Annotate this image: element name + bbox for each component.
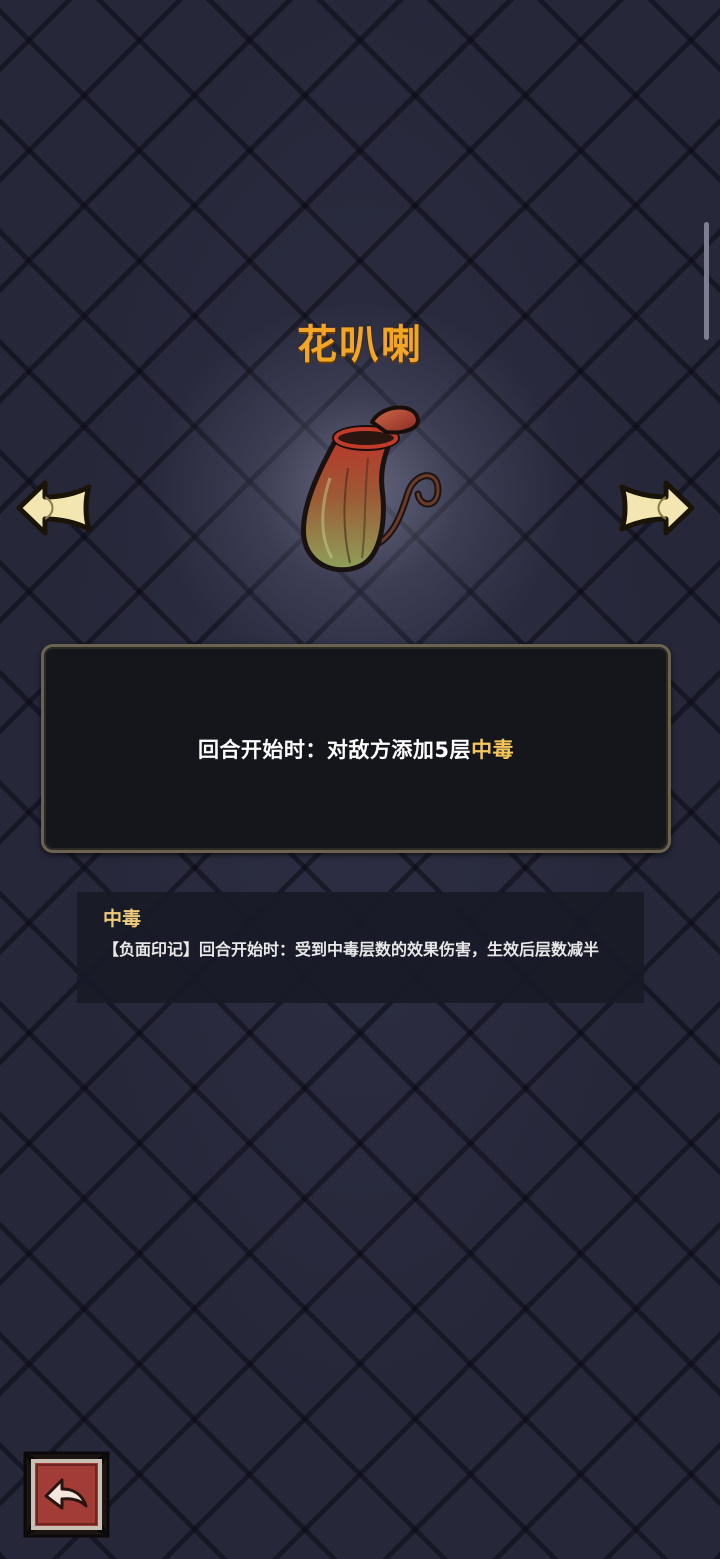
back-button[interactable] — [22, 1450, 111, 1539]
arrow-left-icon[interactable] — [15, 477, 93, 539]
effect-panel: 回合开始时：对敌方添加5层中毒 — [41, 644, 671, 853]
arrow-right-icon[interactable] — [618, 477, 696, 539]
return-icon — [23, 1451, 110, 1538]
effect-text: 回合开始时：对敌方添加5层中毒 — [198, 734, 514, 764]
tooltip-description: 【负面印记】回合开始时：受到中毒层数的效果伤害，生效后层数减半 — [103, 940, 600, 959]
keyword-tooltip: 中毒 【负面印记】回合开始时：受到中毒层数的效果伤害，生效后层数减半 — [77, 892, 644, 1003]
tooltip-title: 中毒 — [103, 908, 142, 930]
effect-keyword[interactable]: 中毒 — [471, 738, 514, 762]
pitcher-plant-icon — [290, 398, 450, 583]
item-title: 花叭喇 — [297, 322, 423, 368]
effect-prefix: 回合开始时：对敌方添加5层 — [197, 737, 472, 762]
